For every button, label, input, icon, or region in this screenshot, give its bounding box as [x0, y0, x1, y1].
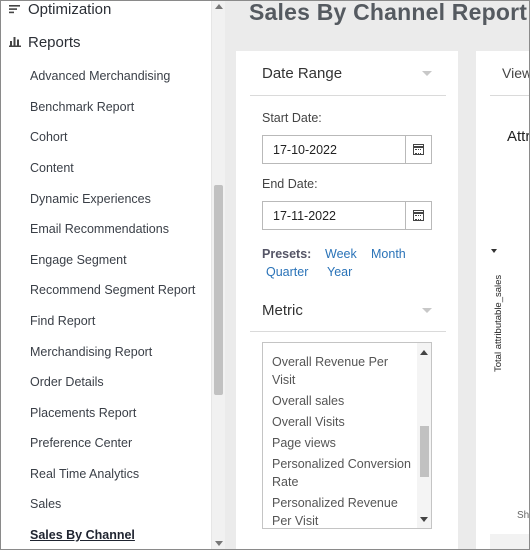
sidebar-item-benchmark-report[interactable]: Benchmark Report	[30, 100, 134, 114]
preset-year-link[interactable]: Year	[327, 265, 352, 279]
view-header[interactable]: View	[502, 65, 529, 81]
page-title: Sales By Channel Report	[249, 0, 528, 25]
metric-collapse-caret-icon[interactable]	[422, 308, 432, 313]
scroll-up-arrow-icon[interactable]	[420, 350, 428, 355]
sidebar-scrollbar[interactable]	[211, 1, 225, 549]
scrollbar-thumb[interactable]	[214, 185, 223, 395]
sidebar-item-advanced-merchandising[interactable]: Advanced Merchandising	[30, 69, 170, 83]
sidebar-item-find-report[interactable]: Find Report	[30, 314, 95, 328]
sidebar-item-order-details[interactable]: Order Details	[30, 375, 104, 389]
scroll-down-arrow-icon[interactable]	[215, 541, 223, 546]
sidebar-section-optimization[interactable]: Optimization	[9, 1, 111, 18]
metric-header[interactable]: Metric	[262, 302, 303, 319]
app-window: Optimization Reports Advanced Merchandis…	[0, 0, 530, 550]
axis-menu-caret-icon[interactable]	[491, 249, 497, 253]
sidebar-section-label: Optimization	[28, 1, 112, 18]
sidebar-section-label: Reports	[28, 34, 81, 51]
metric-option[interactable]: Page views	[272, 434, 414, 452]
metric-option[interactable]: Overall Revenue Per Visit	[272, 353, 414, 389]
preset-quarter-link[interactable]: Quarter	[266, 265, 308, 279]
sort-lines-icon	[9, 3, 23, 17]
metric-listbox[interactable]: Overall Revenue Per Visit Overall sales …	[262, 342, 432, 529]
start-date-calendar-button[interactable]	[406, 135, 432, 164]
metric-option[interactable]: Personalized Revenue Per Visit	[272, 494, 414, 528]
metric-list-scrollbar[interactable]	[417, 343, 431, 528]
sidebar-section-reports[interactable]: Reports	[9, 34, 81, 51]
scroll-up-arrow-icon[interactable]	[215, 4, 223, 9]
bar-chart-icon	[9, 35, 23, 50]
sidebar-item-sales-by-channel[interactable]: Sales By Channel	[30, 528, 135, 542]
preset-month-link[interactable]: Month	[371, 247, 406, 261]
end-date-label: End Date:	[262, 177, 318, 191]
chart-panel: View Attri Total attributable_sales Sh	[476, 51, 530, 549]
sidebar-item-sales[interactable]: Sales	[30, 497, 61, 511]
scrollbar-thumb[interactable]	[420, 426, 429, 477]
divider	[250, 95, 446, 96]
start-date-label: Start Date:	[262, 111, 322, 125]
sidebar-item-placements-report[interactable]: Placements Report	[30, 406, 136, 420]
sidebar-item-merchandising-report[interactable]: Merchandising Report	[30, 345, 152, 359]
start-date-input[interactable]: 17-10-2022	[262, 135, 406, 164]
metric-option[interactable]: Overall Visits	[272, 413, 414, 431]
filter-panel: Date Range Start Date: 17-10-2022 End Da…	[236, 51, 458, 549]
end-date-calendar-button[interactable]	[406, 201, 432, 230]
date-range-header[interactable]: Date Range	[262, 65, 342, 82]
y-axis-label: Total attributable_sales	[493, 274, 504, 372]
main-content: Sales By Channel Report Date Range Start…	[225, 0, 530, 549]
sidebar-item-real-time-analytics[interactable]: Real Time Analytics	[30, 467, 139, 481]
calendar-icon	[413, 210, 424, 221]
preset-week-link[interactable]: Week	[325, 247, 357, 261]
metric-option[interactable]: Overall sales	[272, 392, 414, 410]
sidebar-item-preference-center[interactable]: Preference Center	[30, 436, 132, 450]
divider	[490, 95, 529, 96]
end-date-input[interactable]: 17-11-2022	[262, 201, 406, 230]
calendar-icon	[413, 144, 424, 155]
chart-footer-bar	[490, 534, 529, 549]
sidebar-item-content[interactable]: Content	[30, 161, 74, 175]
sidebar-nav: Optimization Reports Advanced Merchandis…	[1, 1, 211, 549]
presets-label: Presets:	[262, 247, 312, 261]
sidebar-item-email-recommendations[interactable]: Email Recommendations	[30, 222, 169, 236]
scroll-down-arrow-icon[interactable]	[420, 517, 428, 522]
chart-footer-label: Sh	[517, 510, 530, 521]
sidebar-item-dynamic-experiences[interactable]: Dynamic Experiences	[30, 192, 151, 206]
sidebar-item-engage-segment[interactable]: Engage Segment	[30, 253, 127, 267]
chart-title: Attri	[507, 128, 530, 145]
sidebar-item-recommend-segment-report[interactable]: Recommend Segment Report	[30, 283, 195, 297]
date-range-collapse-caret-icon[interactable]	[422, 71, 432, 76]
metric-option[interactable]: Personalized Conversion Rate	[272, 455, 414, 491]
divider	[250, 331, 446, 332]
sidebar-item-cohort[interactable]: Cohort	[30, 130, 68, 144]
